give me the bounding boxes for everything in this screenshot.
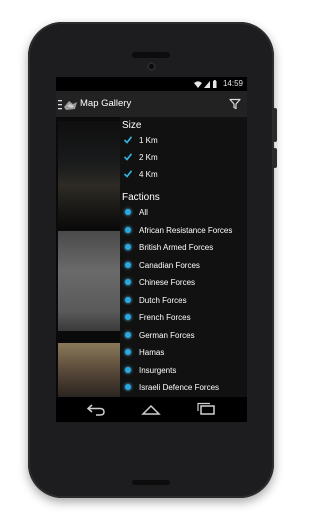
back-icon[interactable] <box>86 402 106 416</box>
faction-label: Dutch Forces <box>139 296 187 305</box>
faction-label: French Forces <box>139 313 191 322</box>
radio-dot-icon <box>125 332 131 338</box>
action-bar: Map Gallery <box>56 91 247 117</box>
faction-label: All <box>139 208 148 217</box>
check-icon <box>124 170 132 178</box>
radio-dot-icon <box>125 244 131 250</box>
radio-dot-icon <box>125 384 131 390</box>
volume-button <box>273 148 277 168</box>
faction-label: Israeli Defence Forces <box>139 383 220 392</box>
size-option-label: 2 Km <box>139 153 158 162</box>
front-camera <box>147 62 156 71</box>
navigation-bar <box>56 397 247 422</box>
earpiece-speaker <box>132 52 170 58</box>
status-time: 14:59 <box>222 79 243 88</box>
faction-label: Insurgents <box>139 366 177 375</box>
recents-icon[interactable] <box>196 402 216 416</box>
device-screen: 14:59 Map Gallery Ar Size <box>56 77 247 422</box>
size-option-label: 1 Km <box>139 136 158 145</box>
status-bar: 14:59 <box>56 77 247 91</box>
app-logo-icon <box>64 101 77 110</box>
size-option-label: 4 Km <box>139 170 158 179</box>
menu-icon[interactable] <box>58 98 78 116</box>
faction-label: Canadian Forces <box>139 261 200 270</box>
status-icons <box>193 80 217 88</box>
map-thumbnail[interactable] <box>58 343 120 397</box>
faction-label: Hamas <box>139 348 165 357</box>
screen-title: Map Gallery <box>80 98 132 109</box>
radio-dot-icon <box>125 367 131 373</box>
factions-heading: Factions <box>122 192 160 203</box>
filter-icon[interactable] <box>229 97 241 115</box>
check-icon <box>124 153 132 161</box>
size-heading: Size <box>122 120 142 131</box>
map-thumbnail[interactable] <box>58 231 120 331</box>
bottom-speaker <box>132 480 170 485</box>
faction-label: African Resistance Forces <box>139 226 233 235</box>
radio-dot-icon <box>125 227 131 233</box>
radio-dot-icon <box>125 314 131 320</box>
radio-dot-icon <box>125 279 131 285</box>
faction-label: British Armed Forces <box>139 243 214 252</box>
radio-dot-icon <box>125 297 131 303</box>
battery-icon <box>213 80 217 88</box>
wifi-icon <box>194 81 202 88</box>
home-icon[interactable] <box>141 402 161 416</box>
filter-panel: Size 1 Km 2 Km 4 Km Factions All African… <box>120 117 247 397</box>
check-icon <box>124 136 132 144</box>
signal-icon <box>204 81 210 88</box>
radio-dot-icon <box>125 209 131 215</box>
radio-dot-icon <box>125 262 131 268</box>
faction-label: Chinese Forces <box>139 278 196 287</box>
map-thumbnail[interactable] <box>58 121 120 228</box>
faction-label: German Forces <box>139 331 195 340</box>
radio-dot-icon <box>125 349 131 355</box>
power-button <box>273 108 277 142</box>
